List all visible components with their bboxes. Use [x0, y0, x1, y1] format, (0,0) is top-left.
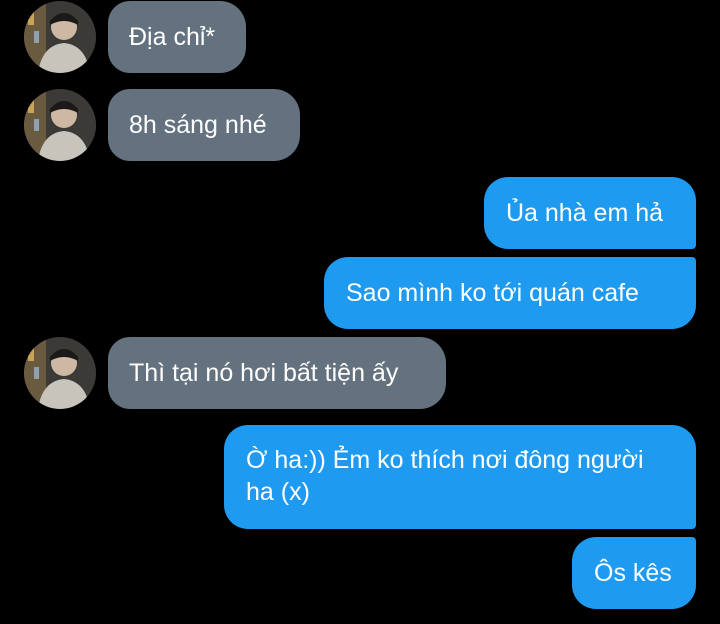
message-text: Địa chỉ*	[129, 23, 216, 51]
message-text: Sao mình ko tới quán cafe	[346, 279, 639, 307]
contact-avatar-icon[interactable]	[24, 337, 96, 409]
message-bubble-incoming[interactable]: 8h sáng nhé	[108, 89, 300, 161]
message-bubble-incoming[interactable]: Thì tại nó hơi bất tiện ấy	[108, 337, 446, 409]
message-bubble-outgoing[interactable]: Ôs kês	[572, 537, 696, 609]
message-text: Ôs kês	[594, 559, 672, 587]
message-text: Ủa nhà em hả	[506, 199, 664, 227]
contact-avatar-icon[interactable]	[24, 1, 96, 73]
message-bubble-incoming[interactable]: Địa chỉ*	[108, 1, 246, 73]
message-text: Thì tại nó hơi bất tiện ấy	[129, 359, 399, 387]
message-bubble-outgoing[interactable]: Ờ ha:)) Ẻm ko thích nơi đông người ha (x…	[224, 425, 696, 529]
message-text: Ờ ha:)) Ẻm ko thích nơi đông người ha (x…	[246, 446, 644, 506]
message-bubble-outgoing[interactable]: Ủa nhà em hả	[484, 177, 696, 249]
message-text: 8h sáng nhé	[129, 111, 267, 139]
message-bubble-outgoing[interactable]: Sao mình ko tới quán cafe	[324, 257, 696, 329]
contact-avatar-icon[interactable]	[24, 89, 96, 161]
